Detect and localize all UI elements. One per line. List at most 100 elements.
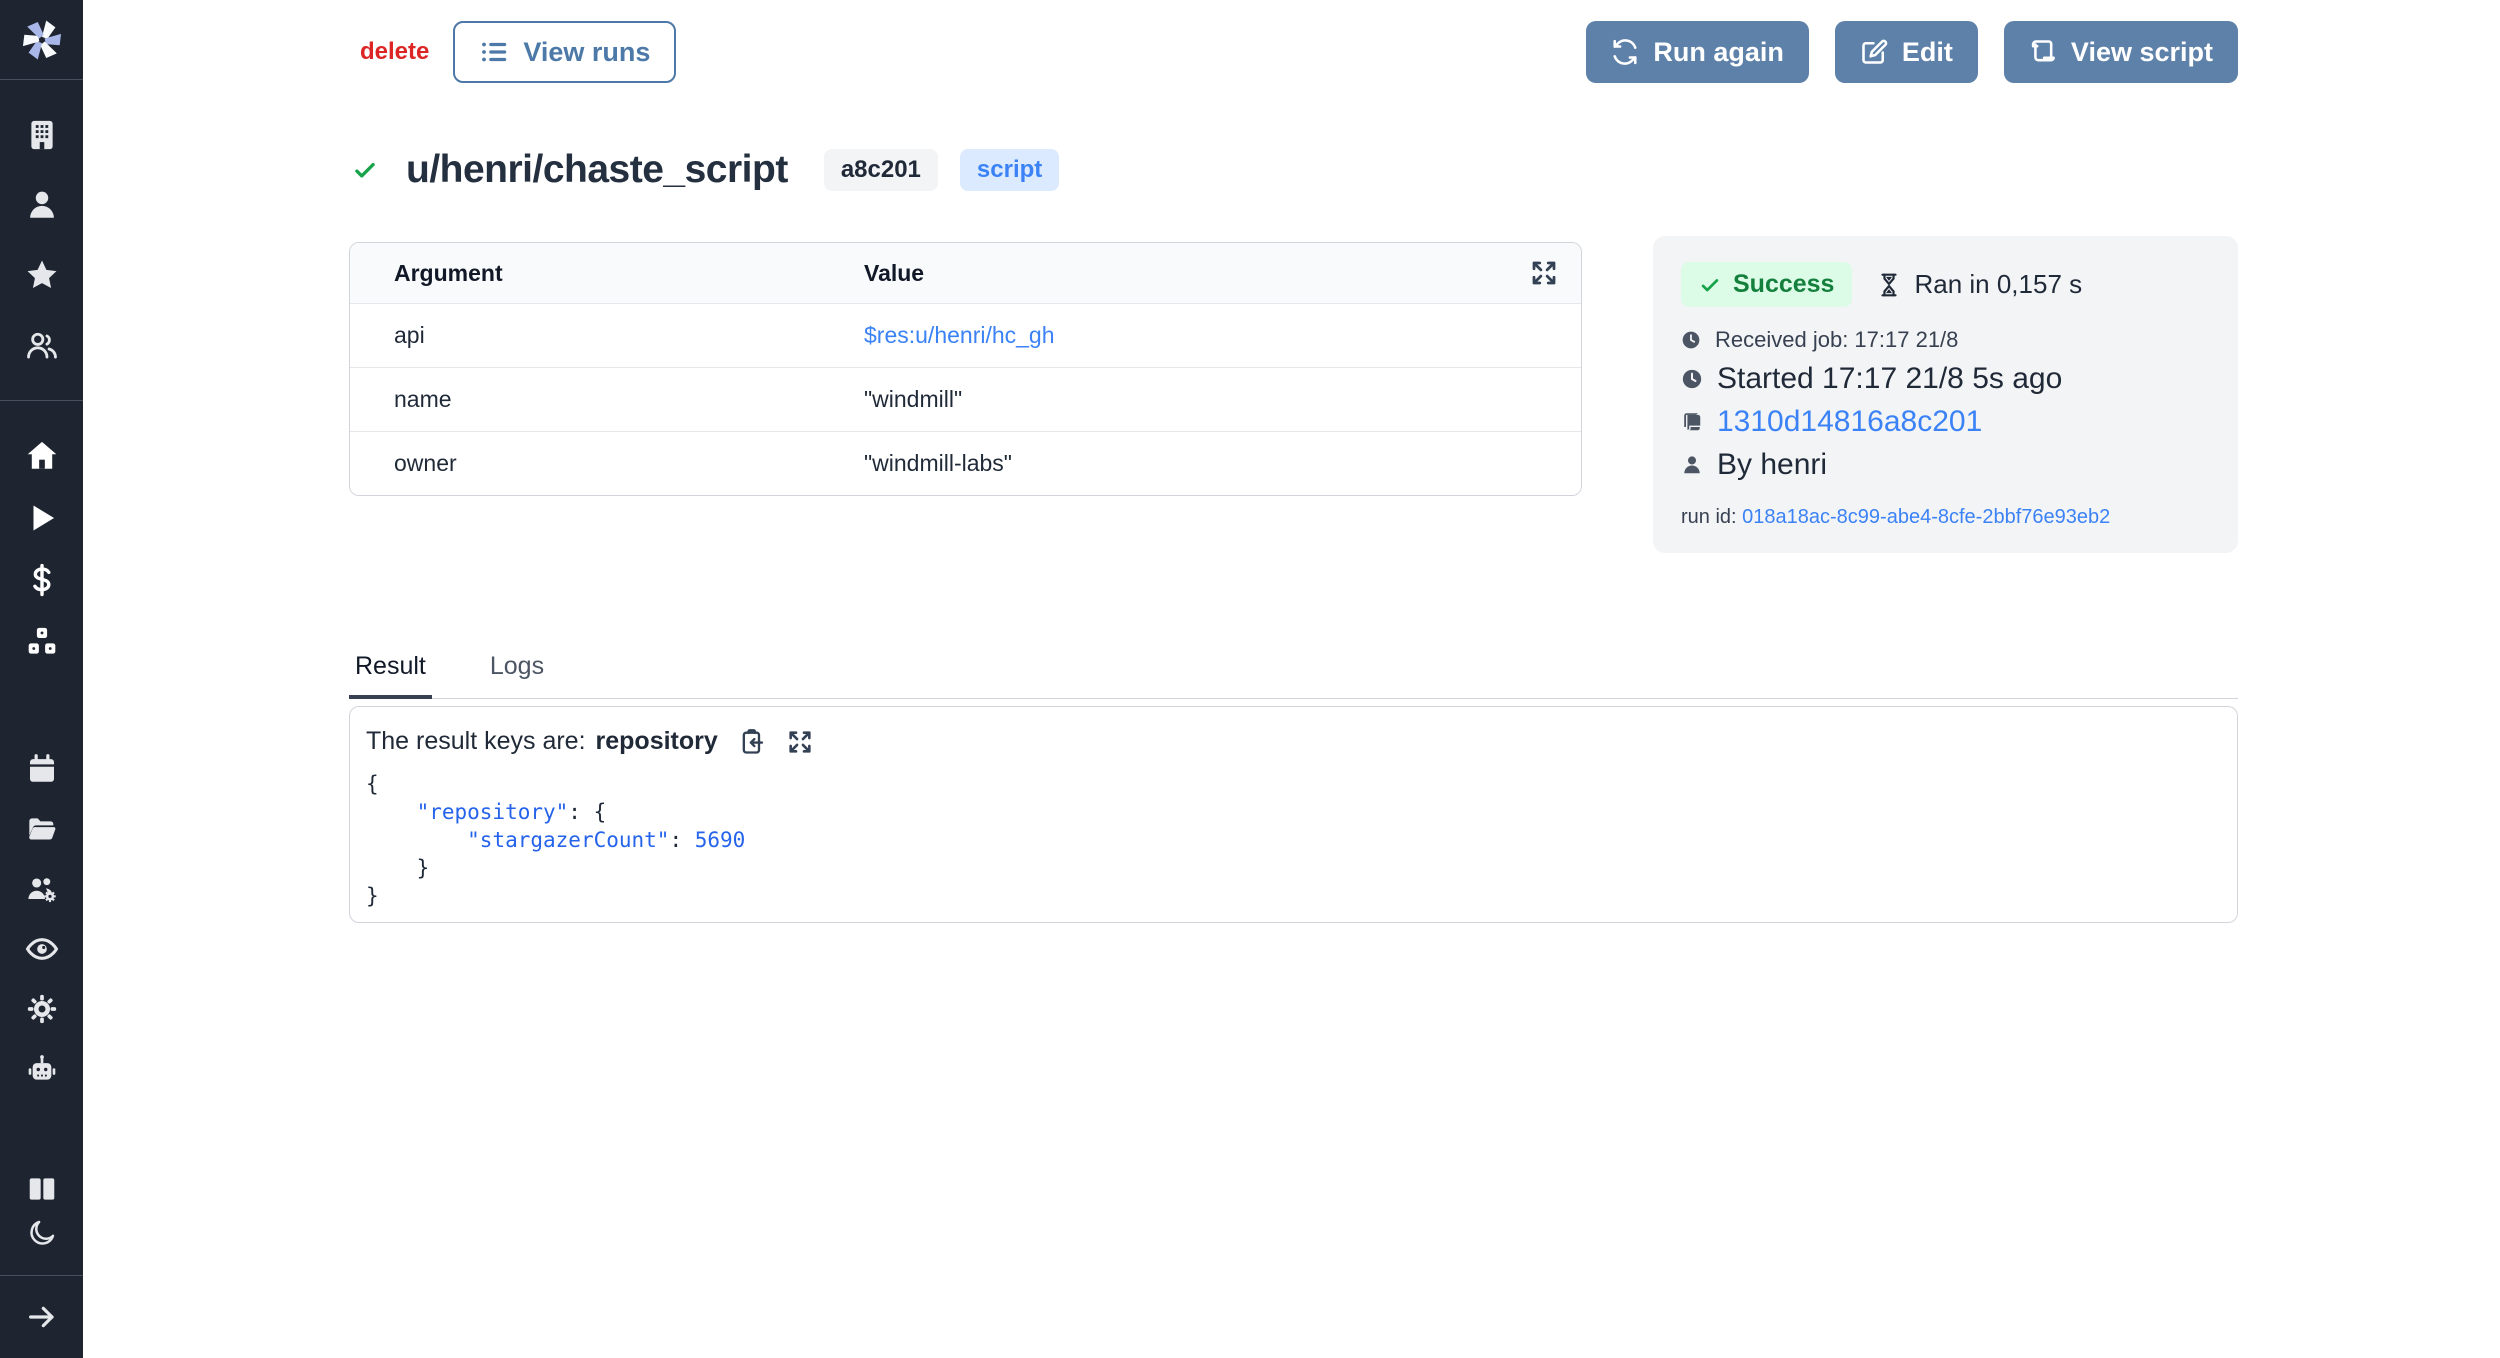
moon-icon — [27, 1218, 57, 1248]
boxes-icon — [25, 625, 59, 659]
sidebar-item-home[interactable] — [0, 425, 83, 487]
sidebar-item-runs[interactable] — [0, 487, 83, 549]
result-tabs: Result Logs — [349, 646, 2238, 699]
view-script-button[interactable]: View script — [2004, 21, 2238, 83]
sidebar-item-user[interactable] — [0, 170, 83, 240]
tab-result[interactable]: Result — [349, 646, 432, 699]
sidebar-item-groups[interactable] — [0, 310, 83, 380]
run-by-line: By henri — [1681, 448, 2210, 482]
result-json-code: { "repository": { "stargazerCount": 5690… — [366, 770, 2221, 910]
run-id-label: run id: — [1681, 506, 1737, 528]
table-row: api $res:u/henri/hc_gh — [350, 303, 1581, 367]
users-cog-icon — [26, 873, 58, 905]
arguments-table-header: Argument Value — [350, 243, 1581, 303]
list-icon — [479, 37, 509, 67]
table-expand-button[interactable] — [1529, 258, 1559, 288]
title-row: u/henri/chaste_script a8c201 script — [352, 148, 1059, 192]
status-label: Success — [1733, 270, 1834, 299]
success-check-icon — [352, 157, 378, 183]
sidebar-tools-group — [0, 739, 83, 1099]
received-job-label: Received job: 17:17 21/8 — [1715, 327, 1958, 353]
arg-value-link[interactable]: $res:u/henri/hc_gh — [864, 322, 1501, 349]
tab-logs[interactable]: Logs — [484, 646, 550, 699]
edit-label: Edit — [1902, 37, 1953, 68]
run-again-button[interactable]: Run again — [1586, 21, 1809, 83]
edit-icon — [1860, 38, 1888, 66]
building-icon — [25, 118, 59, 152]
sidebar-item-variables[interactable] — [0, 549, 83, 611]
arguments-table: Argument Value api $res:u/henri/hc_gh na… — [349, 242, 1582, 496]
run-duration-label: Ran in 0,157 s — [1914, 269, 2082, 300]
sidebar-item-schedules[interactable] — [0, 739, 83, 799]
view-runs-label: View runs — [523, 37, 650, 68]
sidebar-item-workers[interactable] — [0, 859, 83, 919]
library-icon — [26, 1173, 58, 1205]
sidebar-collapse-section — [0, 1275, 83, 1358]
sidebar-item-ai[interactable] — [0, 1039, 83, 1099]
table-row: name "windmill" — [350, 367, 1581, 431]
view-script-label: View script — [2071, 37, 2213, 68]
sidebar — [0, 0, 83, 1358]
sidebar-item-dark-mode[interactable] — [0, 1211, 83, 1255]
result-keys-prefix: The result keys are: — [366, 727, 586, 756]
sidebar-workspace-group — [0, 100, 83, 380]
arg-name: api — [394, 322, 864, 349]
arrow-right-icon — [26, 1301, 58, 1333]
folder-open-icon — [26, 813, 58, 845]
edit-button[interactable]: Edit — [1835, 21, 1978, 83]
sidebar-item-workspace[interactable] — [0, 100, 83, 170]
arg-name: name — [394, 386, 864, 413]
play-icon — [25, 501, 59, 535]
clock-icon — [1681, 368, 1703, 390]
sidebar-divider — [0, 400, 83, 401]
sidebar-logo[interactable] — [0, 0, 83, 80]
run-by-label: By henri — [1717, 448, 1827, 482]
sidebar-item-resources[interactable] — [0, 611, 83, 673]
copy-result-button[interactable] — [738, 728, 766, 756]
run-id-line: run id: 018a18ac-8c99-abe4-8cfe-2bbf76e9… — [1681, 506, 2210, 529]
run-id-link[interactable]: 018a18ac-8c99-abe4-8cfe-2bbf76e93eb2 — [1742, 506, 2110, 528]
script-type-badge: script — [960, 149, 1059, 191]
eye-icon — [25, 932, 59, 966]
column-value: Value — [864, 260, 1501, 287]
expand-result-button[interactable] — [786, 728, 814, 756]
clock-icon — [1681, 330, 1701, 350]
started-label: Started 17:17 21/8 5s ago — [1717, 362, 2062, 396]
delete-button[interactable]: delete — [360, 38, 429, 66]
scroll-icon — [2029, 38, 2057, 66]
table-row: owner "windmill-labs" — [350, 431, 1581, 495]
refresh-icon — [1611, 38, 1639, 66]
arg-value: "windmill" — [864, 386, 1501, 413]
run-duration: Ran in 0,157 s — [1876, 269, 2082, 300]
sidebar-item-folders[interactable] — [0, 799, 83, 859]
sidebar-item-docs[interactable] — [0, 1167, 83, 1211]
sidebar-item-audit-logs[interactable] — [0, 919, 83, 979]
job-id-line: 1310d14816a8c201 — [1681, 405, 2210, 439]
sidebar-footer-group — [0, 1167, 83, 1255]
bot-icon — [26, 1053, 58, 1085]
check-icon — [1699, 274, 1721, 296]
home-icon — [25, 439, 59, 473]
run-status-row: Success Ran in 0,157 s — [1681, 262, 2210, 307]
hourglass-icon — [1876, 272, 1902, 298]
windmill-logo-icon — [19, 17, 65, 63]
dollar-sign-icon — [25, 563, 59, 597]
arg-name: owner — [394, 450, 864, 477]
star-icon — [25, 258, 59, 292]
sidebar-main-group — [0, 425, 83, 673]
page-title: u/henri/chaste_script — [406, 148, 788, 192]
job-id-link[interactable]: 1310d14816a8c201 — [1717, 405, 1982, 439]
maximize-icon — [1529, 258, 1559, 288]
sidebar-expand-button[interactable] — [0, 1276, 83, 1358]
view-runs-button[interactable]: View runs — [453, 21, 676, 83]
scroll-icon — [1681, 411, 1703, 433]
topbar: delete View runs Run again — [360, 21, 2238, 83]
sidebar-item-settings[interactable] — [0, 979, 83, 1039]
user-icon — [25, 188, 59, 222]
maximize-icon — [786, 728, 814, 756]
sidebar-item-favorites[interactable] — [0, 240, 83, 310]
page: delete View runs Run again — [0, 0, 2500, 1358]
arg-value: "windmill-labs" — [864, 450, 1501, 477]
version-badge: a8c201 — [824, 149, 938, 191]
status-badge: Success — [1681, 262, 1852, 307]
